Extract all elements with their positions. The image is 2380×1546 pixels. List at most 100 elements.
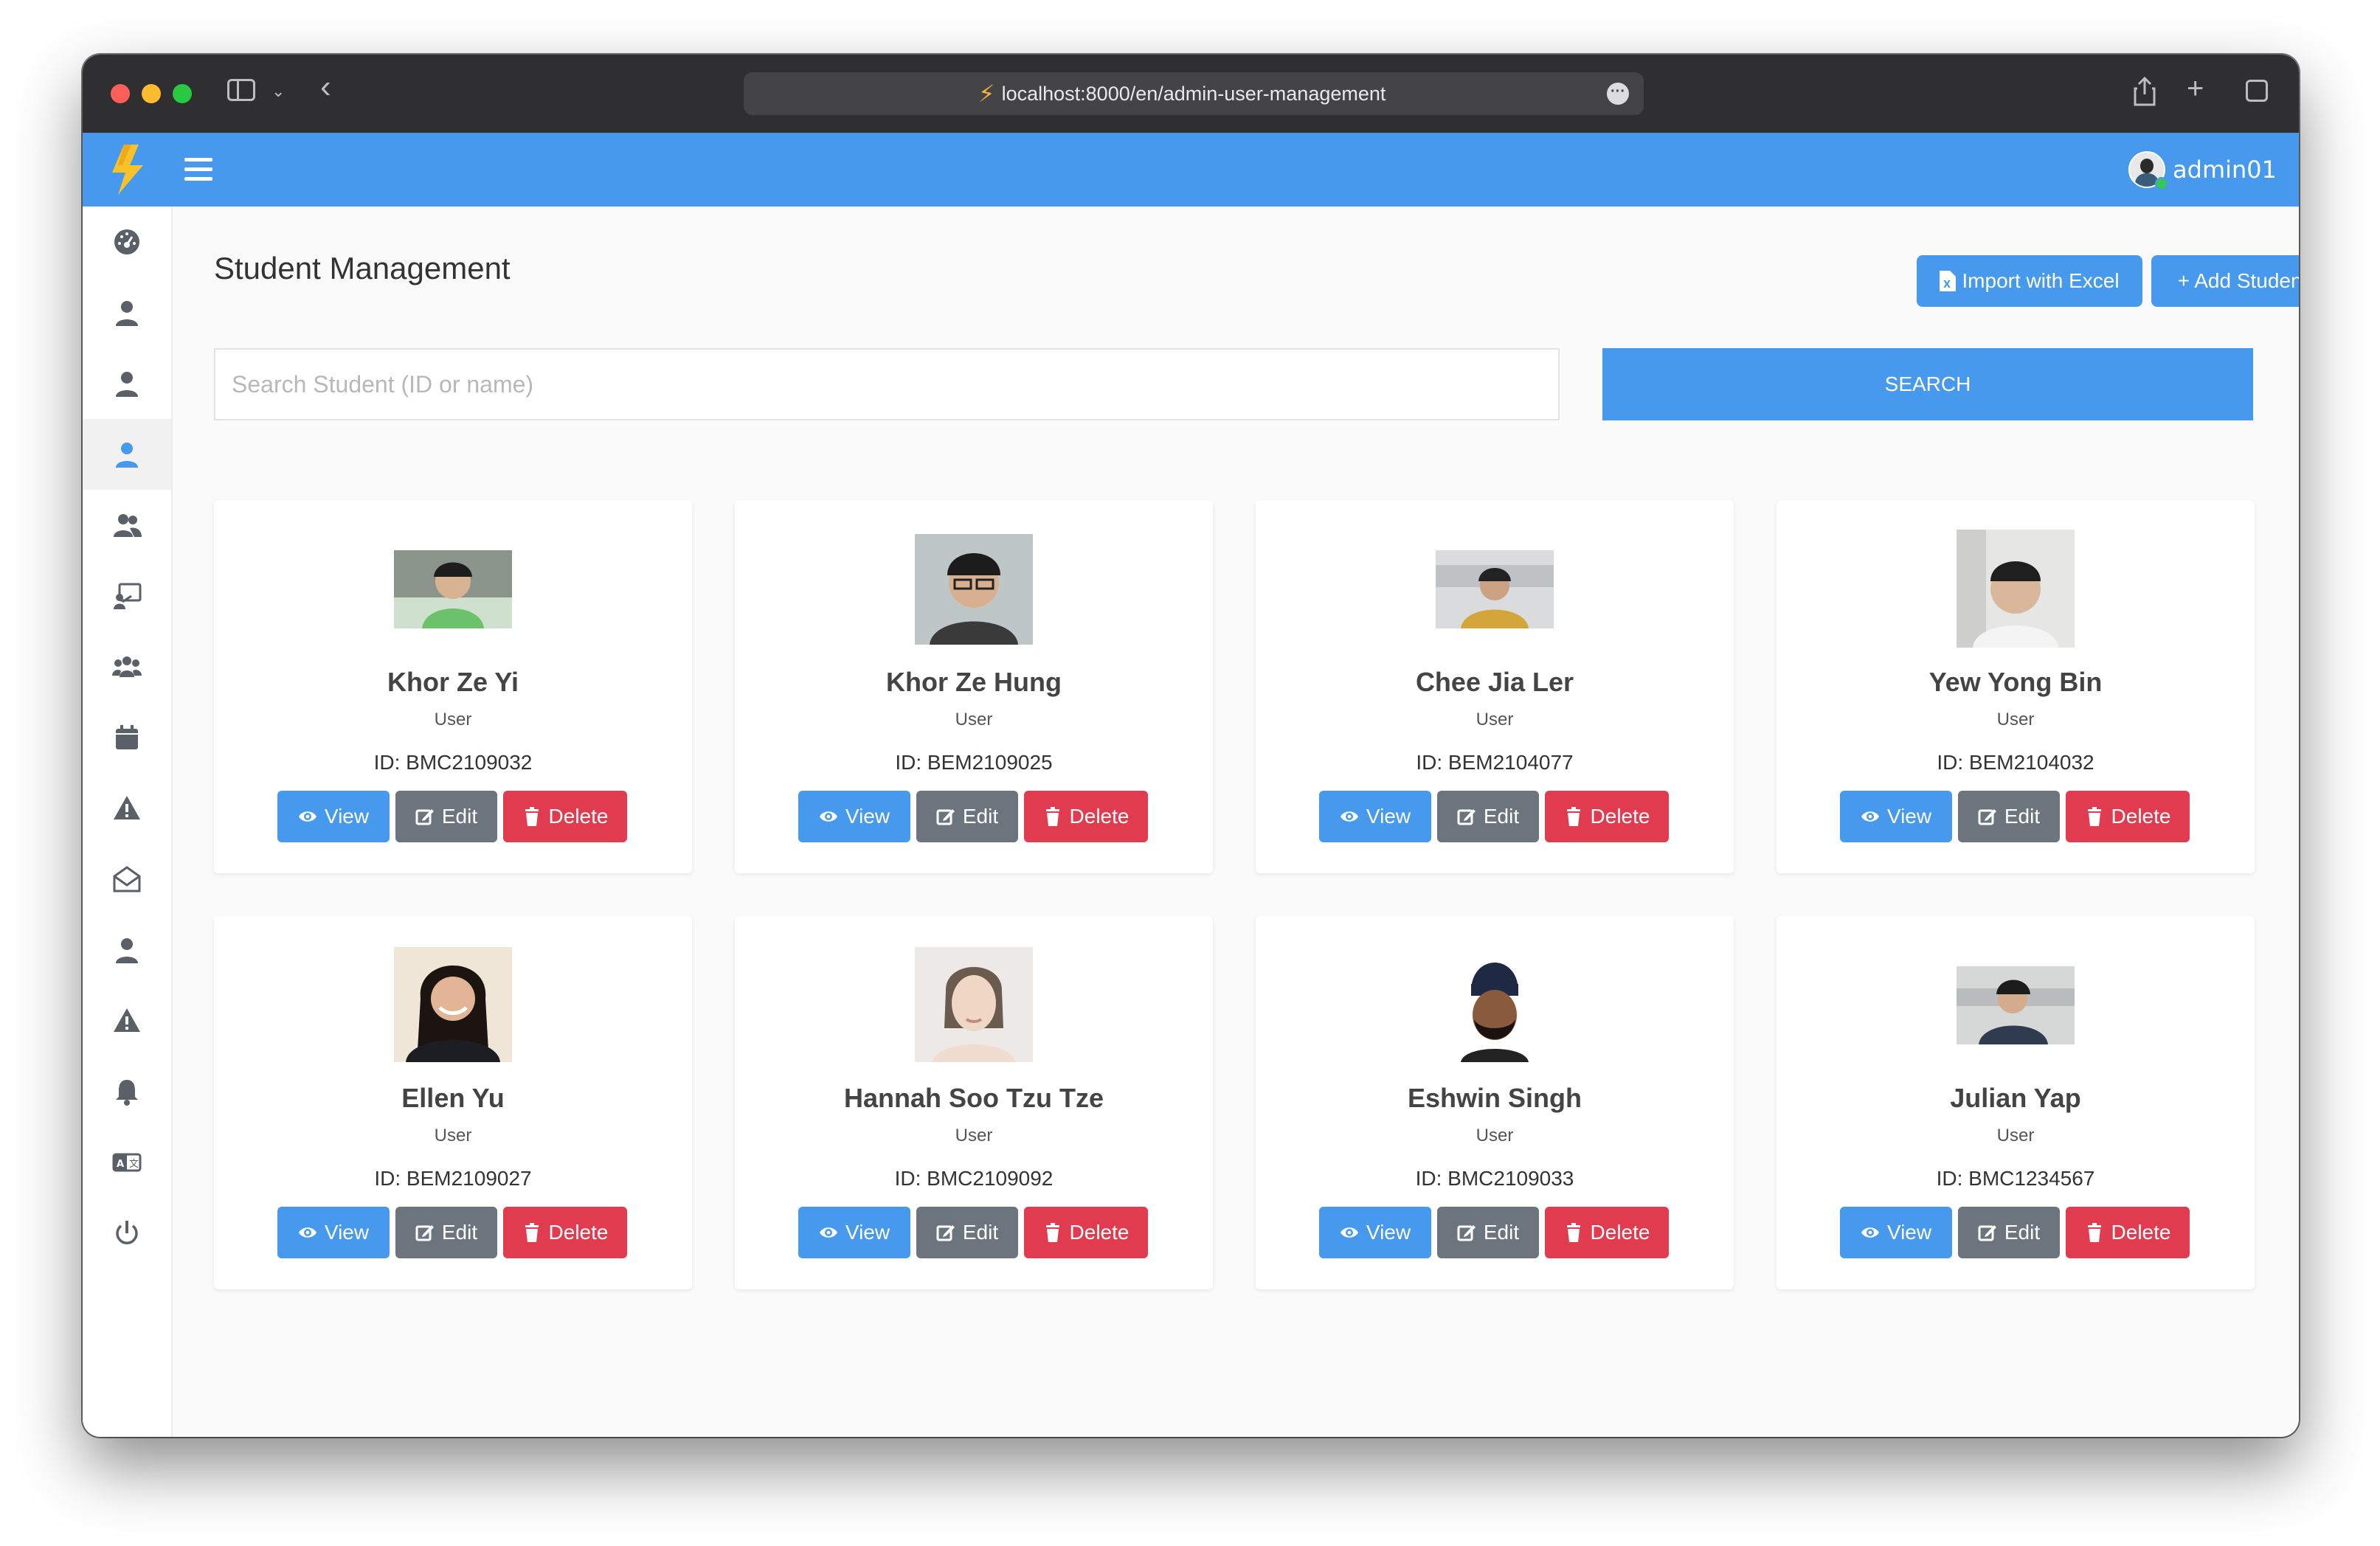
edit-button[interactable]: Edit bbox=[916, 1207, 1018, 1258]
edit-button[interactable]: Edit bbox=[395, 1207, 497, 1258]
eye-icon bbox=[298, 811, 316, 822]
sidebar-item-classes[interactable] bbox=[83, 561, 171, 631]
student-name: Eshwin Singh bbox=[1407, 1083, 1582, 1113]
trash-icon bbox=[525, 807, 539, 826]
delete-button[interactable]: Delete bbox=[503, 791, 627, 842]
sidebar-item-user-2[interactable] bbox=[83, 348, 171, 419]
student-name: Julian Yap bbox=[1950, 1083, 2081, 1113]
view-button[interactable]: View bbox=[277, 791, 390, 842]
close-window-button[interactable] bbox=[111, 84, 130, 103]
edit-button[interactable]: Edit bbox=[1437, 1207, 1539, 1258]
sidebar-item-messages[interactable] bbox=[83, 844, 171, 915]
student-photo-placeholder bbox=[1436, 550, 1554, 628]
view-label: View bbox=[1886, 805, 1932, 828]
student-card: Hannah Soo Tzu Tze User ID: BMC2109092 V… bbox=[735, 916, 1213, 1289]
student-id: ID: BEM2104032 bbox=[1937, 751, 2094, 774]
delete-label: Delete bbox=[1590, 1221, 1650, 1244]
sidebar-item-profile[interactable] bbox=[83, 915, 171, 985]
student-name: Ellen Yu bbox=[401, 1083, 505, 1113]
address-bar[interactable]: ⚡ localhost:8000/en/admin-user-managemen… bbox=[744, 72, 1644, 115]
delete-label: Delete bbox=[548, 805, 609, 828]
sidebar-item-dashboard[interactable] bbox=[83, 207, 171, 277]
card-actions: View Edit Delete bbox=[1319, 791, 1669, 842]
student-photo-placeholder bbox=[1957, 966, 2075, 1044]
sidebar-item-reports[interactable] bbox=[83, 985, 171, 1056]
back-icon[interactable]: ‹ bbox=[320, 71, 331, 103]
student-role: User bbox=[955, 710, 993, 729]
edit-button[interactable]: Edit bbox=[916, 791, 1018, 842]
view-label: View bbox=[1886, 1221, 1932, 1244]
view-button[interactable]: View bbox=[798, 1207, 910, 1258]
user-menu[interactable]: admin01 bbox=[2128, 150, 2277, 190]
view-button[interactable]: View bbox=[798, 791, 910, 842]
delete-button[interactable]: Delete bbox=[1545, 1207, 1669, 1258]
view-button[interactable]: View bbox=[1840, 1207, 1952, 1258]
new-tab-icon[interactable]: + bbox=[2187, 74, 2204, 103]
student-photo-placeholder bbox=[915, 534, 1033, 645]
menu-toggle-icon[interactable] bbox=[184, 158, 212, 181]
minimize-window-button[interactable] bbox=[142, 84, 161, 103]
sidebar-item-student-management[interactable] bbox=[83, 419, 171, 490]
sidebar-toggle-icon[interactable] bbox=[227, 79, 255, 101]
edit-button[interactable]: Edit bbox=[1958, 1207, 2060, 1258]
search-button[interactable]: SEARCH bbox=[1602, 348, 2253, 420]
view-button[interactable]: View bbox=[1319, 1207, 1431, 1258]
student-photo-placeholder bbox=[1436, 947, 1554, 1062]
eye-icon bbox=[1861, 1227, 1879, 1238]
sidebar-item-groups[interactable] bbox=[83, 631, 171, 702]
edit-icon bbox=[415, 809, 434, 825]
view-button[interactable]: View bbox=[1319, 791, 1431, 842]
search-input[interactable] bbox=[214, 348, 1560, 420]
student-card: Khor Ze Yi User ID: BMC2109032 View Edit… bbox=[214, 500, 692, 873]
student-card: Ellen Yu User ID: BEM2109027 View Edit D… bbox=[214, 916, 692, 1289]
add-student-button[interactable]: + Add Student bbox=[2151, 255, 2299, 307]
delete-label: Delete bbox=[2111, 1221, 2171, 1244]
delete-button[interactable]: Delete bbox=[2066, 1207, 2190, 1258]
sidebar-item-user-1[interactable] bbox=[83, 277, 171, 348]
tab-overview-icon[interactable] bbox=[2246, 80, 2268, 102]
delete-button[interactable]: Delete bbox=[1024, 1207, 1148, 1258]
chevron-down-icon[interactable]: ⌄ bbox=[271, 77, 285, 106]
zoom-window-button[interactable] bbox=[173, 84, 192, 103]
sidebar-item-language[interactable]: A文 bbox=[83, 1127, 171, 1198]
delete-button[interactable]: Delete bbox=[2066, 791, 2190, 842]
student-name: Chee Jia Ler bbox=[1415, 667, 1574, 697]
svg-text:文: 文 bbox=[129, 1159, 139, 1170]
edit-button[interactable]: Edit bbox=[395, 791, 497, 842]
user-icon bbox=[116, 301, 138, 326]
student-id: ID: BMC2109032 bbox=[373, 751, 533, 774]
delete-button[interactable]: Delete bbox=[1024, 791, 1148, 842]
edit-button[interactable]: Edit bbox=[1958, 791, 2060, 842]
card-actions: View Edit Delete bbox=[798, 791, 1148, 842]
sidebar-item-calendar[interactable] bbox=[83, 702, 171, 773]
warning-icon bbox=[114, 1008, 140, 1032]
sidebar-item-users[interactable] bbox=[83, 490, 171, 561]
share-icon[interactable] bbox=[2134, 76, 2156, 113]
sidebar-item-logout[interactable] bbox=[83, 1198, 171, 1269]
add-student-label: + Add Student bbox=[2177, 269, 2299, 292]
view-button[interactable]: View bbox=[1840, 791, 1952, 842]
view-label: View bbox=[324, 805, 370, 828]
student-role: User bbox=[1476, 1126, 1514, 1145]
delete-button[interactable]: Delete bbox=[1545, 791, 1669, 842]
app-logo-icon[interactable] bbox=[108, 143, 152, 196]
more-options-icon[interactable]: ··· bbox=[1607, 83, 1629, 105]
student-role: User bbox=[955, 1126, 993, 1145]
delete-label: Delete bbox=[1069, 805, 1130, 828]
sidebar-item-alerts[interactable] bbox=[83, 773, 171, 844]
edit-icon bbox=[1978, 1225, 1996, 1241]
edit-label: Edit bbox=[441, 805, 478, 828]
import-excel-button[interactable]: X Import with Excel bbox=[1917, 255, 2142, 307]
browser-window: ⌄ ‹ ⚡ localhost:8000/en/admin-user-manag… bbox=[83, 55, 2299, 1437]
edit-button[interactable]: Edit bbox=[1437, 791, 1539, 842]
edit-icon bbox=[1978, 809, 1996, 825]
url-text: localhost:8000/en/admin-user-management bbox=[1001, 83, 1386, 105]
edit-label: Edit bbox=[441, 1221, 478, 1244]
view-button[interactable]: View bbox=[277, 1207, 390, 1258]
sidebar-item-notifications[interactable] bbox=[83, 1056, 171, 1127]
delete-label: Delete bbox=[1069, 1221, 1130, 1244]
browser-titlebar: ⌄ ‹ ⚡ localhost:8000/en/admin-user-manag… bbox=[83, 55, 2299, 133]
edit-icon bbox=[1457, 809, 1476, 825]
delete-button[interactable]: Delete bbox=[503, 1207, 627, 1258]
edit-label: Edit bbox=[962, 805, 999, 828]
